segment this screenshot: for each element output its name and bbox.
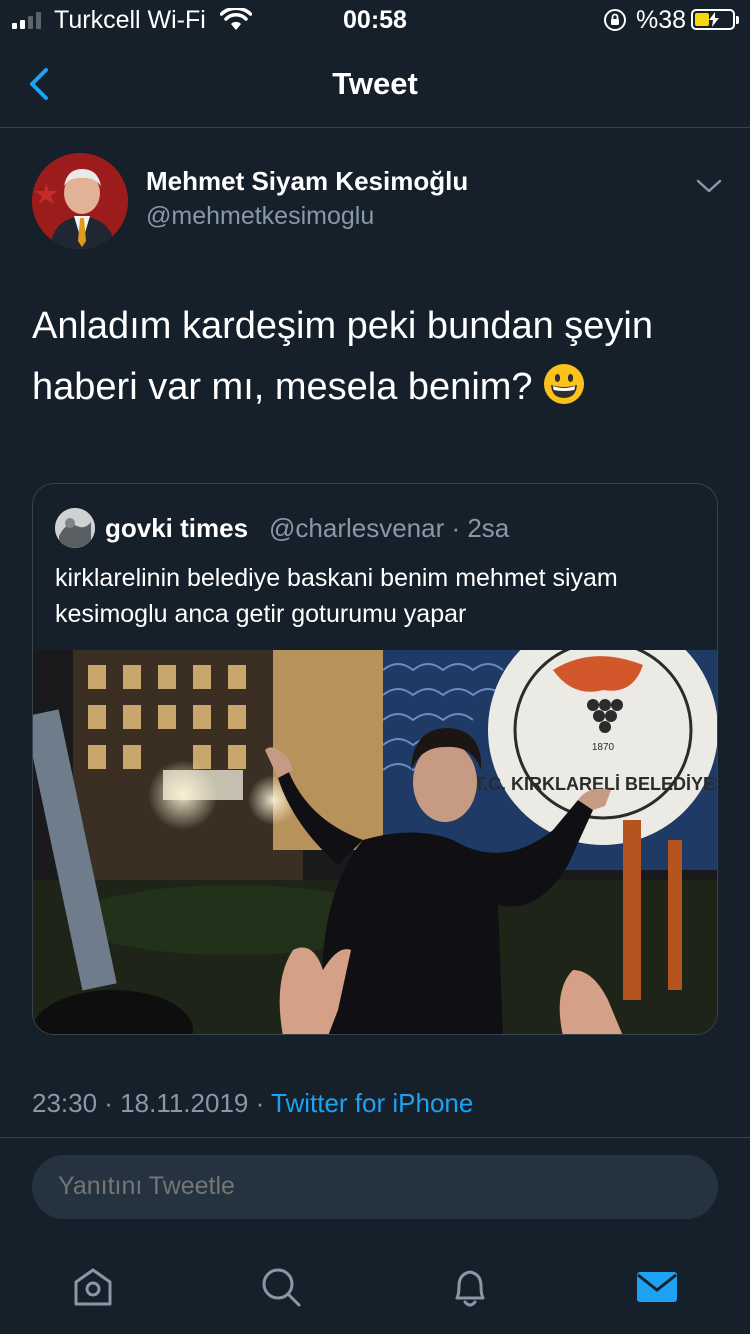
quoted-tweet-text: kirklarelinin belediye baskani benim meh… (55, 564, 618, 628)
orientation-lock-icon (604, 9, 626, 31)
quoted-author-meta: @charlesvenar · 2sa (269, 513, 510, 543)
page-title: Tweet (332, 66, 418, 101)
reply-input[interactable] (58, 1172, 688, 1201)
divider (0, 1137, 750, 1138)
sign-year: 1870 (592, 742, 615, 753)
battery-percent: %38 (636, 6, 687, 34)
notifications-icon[interactable] (447, 1264, 493, 1310)
author-handle[interactable]: @mehmetkesimoglu (146, 202, 374, 231)
home-icon[interactable] (70, 1264, 116, 1310)
battery-icon (691, 9, 739, 30)
quoted-author-name[interactable]: govki times (105, 513, 248, 544)
quoted-tweet-photo[interactable]: T.C. KIRKLARELİ BELEDİYESİ 1870 (33, 650, 718, 1035)
author-avatar[interactable] (32, 153, 128, 249)
author-name[interactable]: Mehmet Siyam Kesimoğlu (146, 166, 468, 197)
tweet-timestamp: 23:30 · 18.11.2019 · Twitter for iPhone (32, 1088, 473, 1119)
status-bar: Turkcell Wi-Fi 00:58 %38 (0, 0, 750, 40)
reply-box[interactable] (32, 1155, 718, 1219)
search-icon[interactable] (258, 1264, 304, 1310)
tweet-text: Anladım kardeşim peki bundan şeyin haber… (32, 296, 722, 418)
quoted-tweet-card[interactable]: govki times @charlesvenar · 2sa kirklare… (32, 483, 718, 1035)
grinning-face-emoji-icon (543, 364, 584, 404)
tab-bar (0, 1240, 750, 1334)
quoted-author-avatar[interactable] (55, 508, 95, 548)
tweet-time: 23:30 · 18.11.2019 · (32, 1088, 272, 1118)
messages-icon[interactable] (634, 1264, 680, 1310)
tweet-source-link[interactable]: Twitter for iPhone (271, 1088, 473, 1118)
nav-header: Tweet (0, 40, 750, 128)
chevron-down-icon[interactable] (694, 176, 724, 196)
